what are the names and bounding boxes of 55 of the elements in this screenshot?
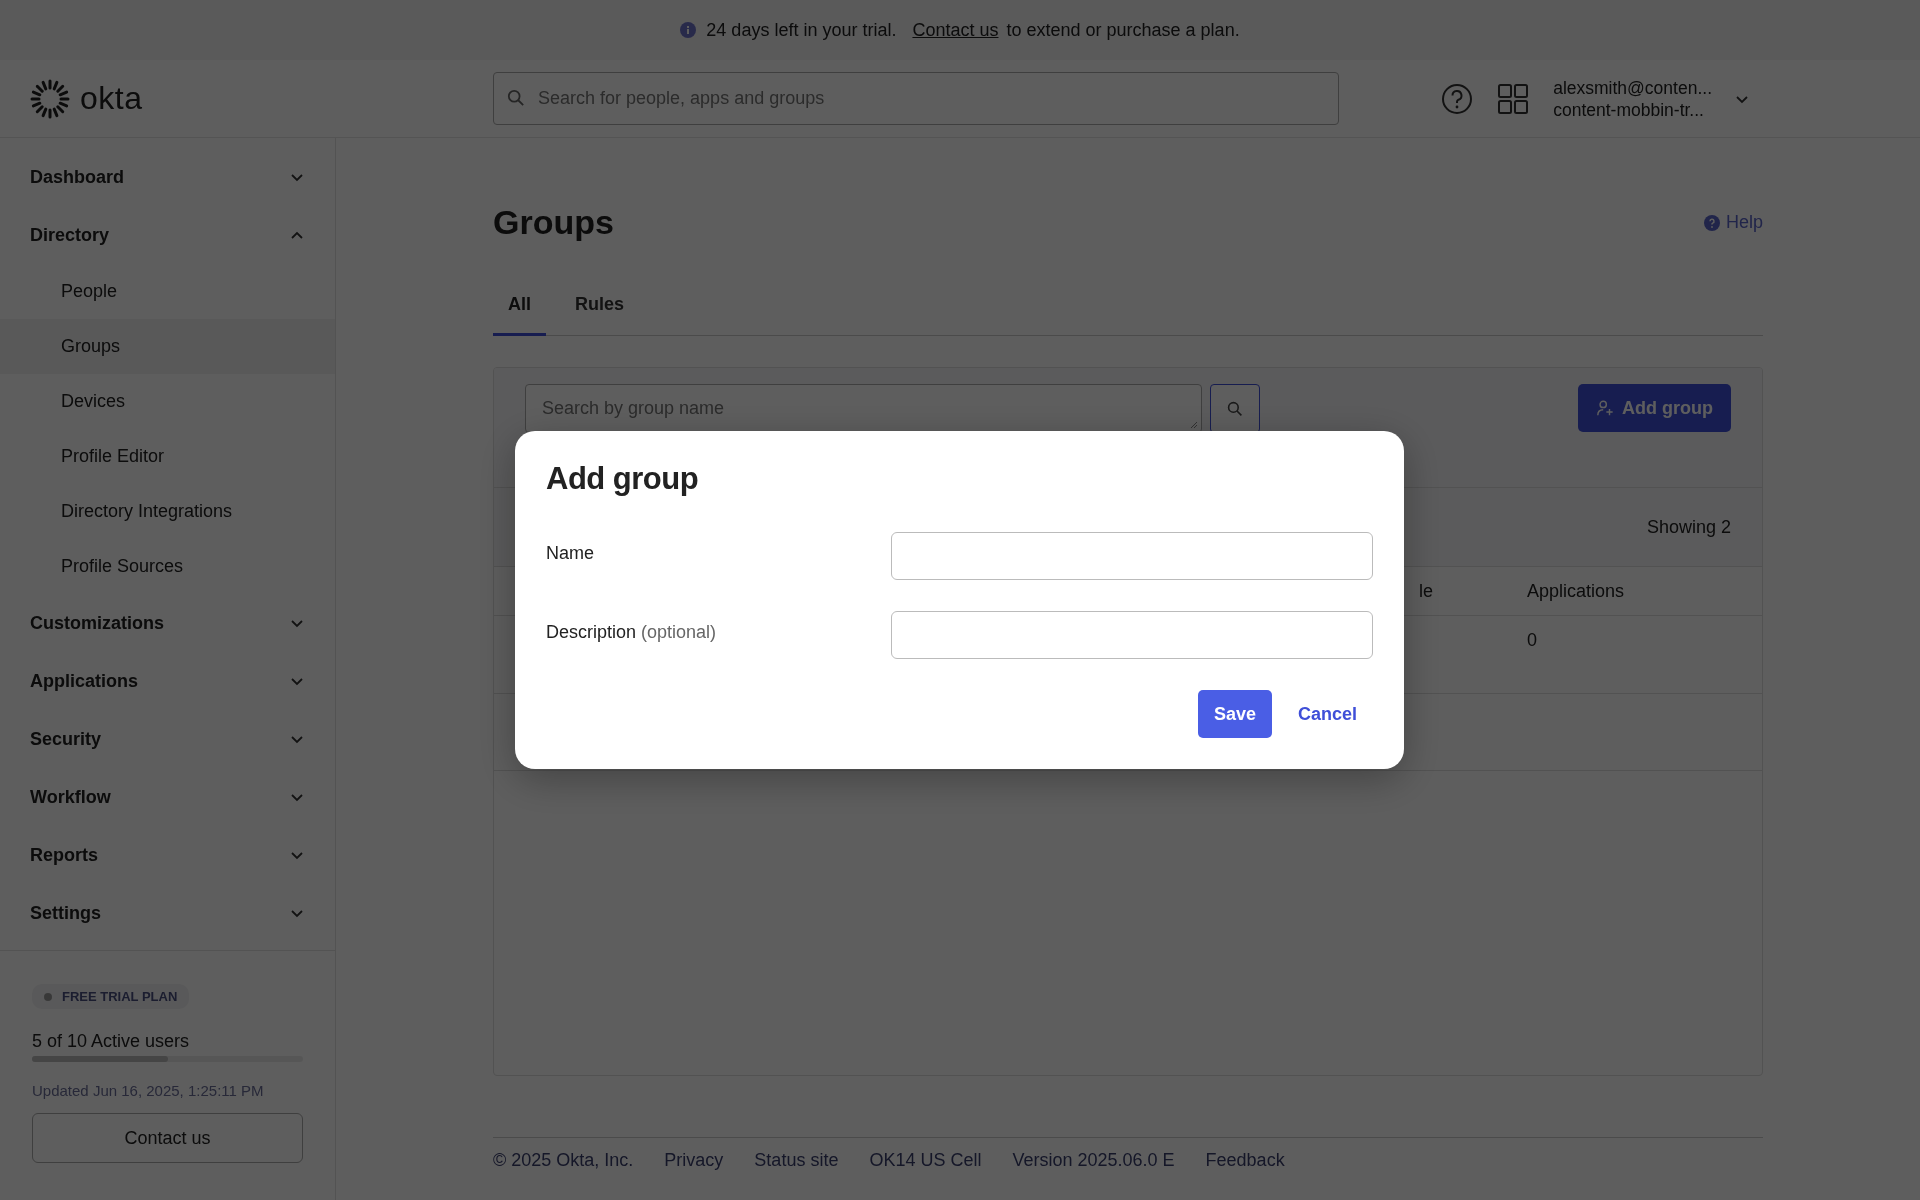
search-icon: [1227, 400, 1243, 417]
nav-item[interactable]: Profile Editor: [0, 429, 335, 484]
nav-section[interactable]: Workflow: [0, 768, 335, 826]
nav-section[interactable]: Reports: [0, 826, 335, 884]
trial-message-suffix: to extend or purchase a plan.: [1006, 19, 1240, 41]
help-link[interactable]: Help: [1703, 212, 1763, 233]
dialog-title: Add group: [546, 461, 700, 497]
footer-link[interactable]: Version 2025.06.0 E: [1012, 1150, 1175, 1171]
field-label: Name: [546, 542, 595, 564]
copyright-text: © 2025 Okta, Inc.: [493, 1150, 634, 1171]
column-header: Applications: [1526, 580, 1626, 602]
add-group-button[interactable]: Add group: [1578, 384, 1731, 432]
input-field[interactable]: [891, 611, 1373, 659]
nav-section[interactable]: Settings: [0, 884, 335, 942]
contact-link[interactable]: Contact us: [912, 19, 999, 40]
nav-item[interactable]: Profile Sources: [0, 539, 335, 594]
tab[interactable]: Rules: [560, 280, 640, 336]
nav-section[interactable]: Dashboard: [0, 148, 335, 206]
footer-link[interactable]: OK14 US Cell: [869, 1150, 982, 1171]
cancel-button[interactable]: Cancel: [1281, 690, 1373, 738]
help-icon[interactable]: [1441, 82, 1474, 115]
contact-button[interactable]: Contact us: [32, 1113, 303, 1163]
footer-link[interactable]: Feedback: [1205, 1150, 1285, 1171]
add-person-icon: [1596, 399, 1614, 417]
footer-link[interactable]: Privacy: [664, 1150, 724, 1171]
search-button[interactable]: [1210, 384, 1260, 433]
info-icon: [680, 22, 697, 38]
nav-item[interactable]: People: [0, 264, 335, 319]
nav-section[interactable]: Applications: [0, 652, 335, 710]
footer-link[interactable]: Status site: [754, 1150, 839, 1171]
logo-text: okta: [80, 80, 143, 117]
search-icon: [507, 89, 525, 107]
help-icon: [1703, 214, 1720, 231]
nav-section[interactable]: Directory: [0, 206, 335, 264]
input-field[interactable]: [891, 532, 1373, 580]
trial-message: 24 days left in your trial.: [706, 19, 897, 41]
results-count: Showing 2: [1646, 516, 1731, 538]
field-label: Description (optional): [546, 621, 718, 643]
user-org[interactable]: content-mobbin-tr...: [1553, 98, 1712, 121]
active-users-count: 5 of 10 Active users: [32, 1031, 191, 1052]
nav-item[interactable]: Devices: [0, 374, 335, 429]
page-title: Groups: [493, 203, 614, 242]
save-button[interactable]: Save: [1197, 690, 1272, 738]
column-header: le: [1418, 580, 1433, 602]
nav-item[interactable]: Groups: [0, 319, 335, 374]
user-email[interactable]: alexsmith@conten...: [1553, 76, 1712, 99]
plan-badge: FREE TRIAL PLAN: [32, 984, 190, 1009]
apps-grid-icon[interactable]: [1497, 82, 1530, 115]
table-cell-text: 0: [1526, 630, 1538, 651]
resize-handle-icon: [1188, 419, 1198, 429]
sunburst-logo-icon: [30, 78, 70, 119]
nav-section[interactable]: Customizations: [0, 594, 335, 652]
nav-item[interactable]: Directory Integrations: [0, 484, 335, 539]
nav-section[interactable]: Security: [0, 710, 335, 768]
tab[interactable]: All: [493, 280, 546, 336]
